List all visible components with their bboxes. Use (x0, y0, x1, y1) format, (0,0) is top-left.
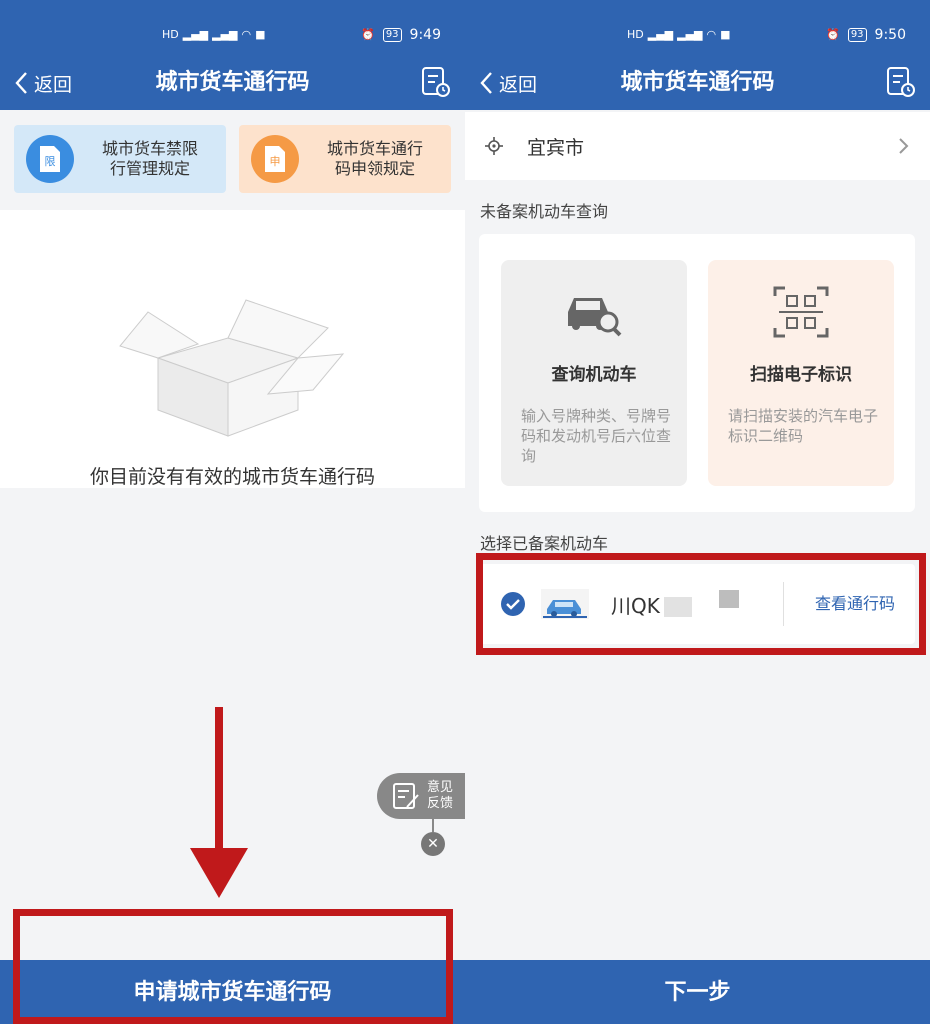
card-restriction-rules[interactable]: 限 城市货车禁限 行管理规定 (14, 125, 226, 193)
status-icons: HD ▂▄▆ ▂▄▆ ◠ ■ (162, 24, 266, 46)
status-right: ⏰ 93 9:50 (826, 24, 906, 46)
apply-doc-icon: 申 (251, 135, 299, 183)
section-registered-label: 选择已备案机动车 (480, 534, 609, 553)
status-time: 9:49 (409, 27, 441, 43)
query-vehicle-card[interactable]: 查询机动车 输入号牌种类、号牌号码和发动机号后六位查询 (501, 260, 687, 486)
card-label: 城市货车禁限 行管理规定 (74, 139, 226, 179)
empty-state (0, 210, 465, 488)
status-icons: HD ▂▄▆ ▂▄▆ ◠ ■ (627, 24, 731, 46)
app-notify-icon: ■ (255, 28, 266, 41)
feedback-connector (432, 819, 434, 832)
car-search-icon (568, 298, 622, 337)
battery-icon: 93 (382, 28, 402, 42)
alarm-icon: ⏰ (361, 28, 375, 41)
scan-tag-card[interactable]: 扫描电子标识 请扫描安装的汽车电子标识二维码 (708, 260, 894, 486)
card-label-line: 城市货车通行 (326, 139, 423, 158)
right-screen: HD ▂▄▆ ▂▄▆ ◠ ■ ⏰ 93 9:50 返回 城市货车通行码 宜宾市 … (465, 0, 930, 1024)
qr-scan-icon (773, 286, 829, 338)
feedback-icon (393, 783, 419, 809)
badge-text: 限 (45, 155, 56, 168)
query-vehicle-title: 查询机动车 (551, 365, 637, 385)
apply-pass-button[interactable]: 申请城市货车通行码 (0, 960, 465, 1024)
status-time: 9:50 (874, 27, 906, 43)
card-label-line: 行管理规定 (109, 159, 190, 178)
app-notify-icon: ■ (720, 28, 731, 41)
right-header: HD ▂▄▆ ▂▄▆ ◠ ■ ⏰ 93 9:50 返回 城市货车通行码 (465, 0, 930, 110)
page-title: 城市货车通行码 (155, 70, 310, 95)
left-header: HD ▂▄▆ ▂▄▆ ◠ ■ ⏰ 93 9:49 返回 城市货车通行码 (0, 0, 465, 110)
restriction-doc-icon: 限 (26, 135, 74, 183)
view-pass-link[interactable]: 查看通行码 (815, 564, 895, 644)
city-selector[interactable]: 宜宾市 (465, 112, 930, 180)
document-clock-icon[interactable] (421, 66, 451, 98)
feedback-label: 意见 反馈 (427, 780, 453, 812)
close-icon[interactable]: ✕ (421, 832, 445, 856)
wifi-icon: ◠ (241, 28, 252, 41)
empty-message: 你目前没有有效的城市货车通行码 (89, 466, 375, 488)
hd-icon: HD (627, 28, 644, 41)
card-apply-rules[interactable]: 申 城市货车通行 码申领规定 (239, 125, 451, 193)
wifi-icon: ◠ (706, 28, 717, 41)
battery-icon: 93 (847, 28, 867, 42)
card-label: 城市货车通行 码申领规定 (299, 139, 451, 179)
vehicle-plate-text: 川QK (611, 593, 660, 618)
vehicle-plate: 川QK (611, 590, 692, 619)
next-step-button[interactable]: 下一步 (465, 960, 930, 1024)
scan-tag-desc: 请扫描安装的汽车电子标识二维码 (728, 407, 879, 445)
chevron-right-icon (899, 138, 909, 154)
signal-icon: ▂▄▆ (677, 28, 703, 41)
card-label-line: 城市货车禁限 (101, 139, 198, 158)
locate-icon (485, 137, 503, 155)
plate-redaction (719, 590, 739, 608)
check-circle-icon[interactable] (501, 592, 525, 616)
annotation-arrow (215, 707, 223, 857)
hd-icon: HD (162, 28, 179, 41)
city-name: 宜宾市 (527, 136, 585, 159)
badge-text: 申 (270, 155, 281, 168)
feedback-label-line: 意见 (427, 780, 454, 795)
signal-icon: ▂▄▆ (212, 28, 238, 41)
status-right: ⏰ 93 9:49 (361, 24, 441, 46)
box-icon (119, 299, 345, 437)
car-icon (541, 589, 589, 619)
card-label-line: 码申领规定 (334, 159, 415, 178)
vehicle-item[interactable]: 川QK 查看通行码 (479, 564, 915, 644)
divider (783, 582, 784, 626)
feedback-label-line: 反馈 (427, 796, 454, 811)
signal-icon: ▂▄▆ (182, 28, 209, 41)
section-unregistered-label: 未备案机动车查询 (480, 202, 609, 221)
signal-icon: ▂▄▆ (647, 28, 674, 41)
query-card-container: 查询机动车 输入号牌种类、号牌号码和发动机号后六位查询 扫描电子标识 请扫描安装… (479, 234, 915, 512)
document-clock-icon[interactable] (886, 66, 916, 98)
page-title: 城市货车通行码 (620, 70, 775, 95)
scan-tag-title: 扫描电子标识 (750, 365, 852, 385)
plate-redaction (663, 597, 692, 617)
annotation-arrow-head (190, 848, 248, 898)
left-screen: HD ▂▄▆ ▂▄▆ ◠ ■ ⏰ 93 9:49 返回 城市货车通行码 限 城市… (0, 0, 465, 1024)
query-vehicle-desc: 输入号牌种类、号牌号码和发动机号后六位查询 (521, 407, 672, 465)
alarm-icon: ⏰ (826, 28, 840, 41)
feedback-button[interactable]: 意见 反馈 (377, 773, 465, 819)
